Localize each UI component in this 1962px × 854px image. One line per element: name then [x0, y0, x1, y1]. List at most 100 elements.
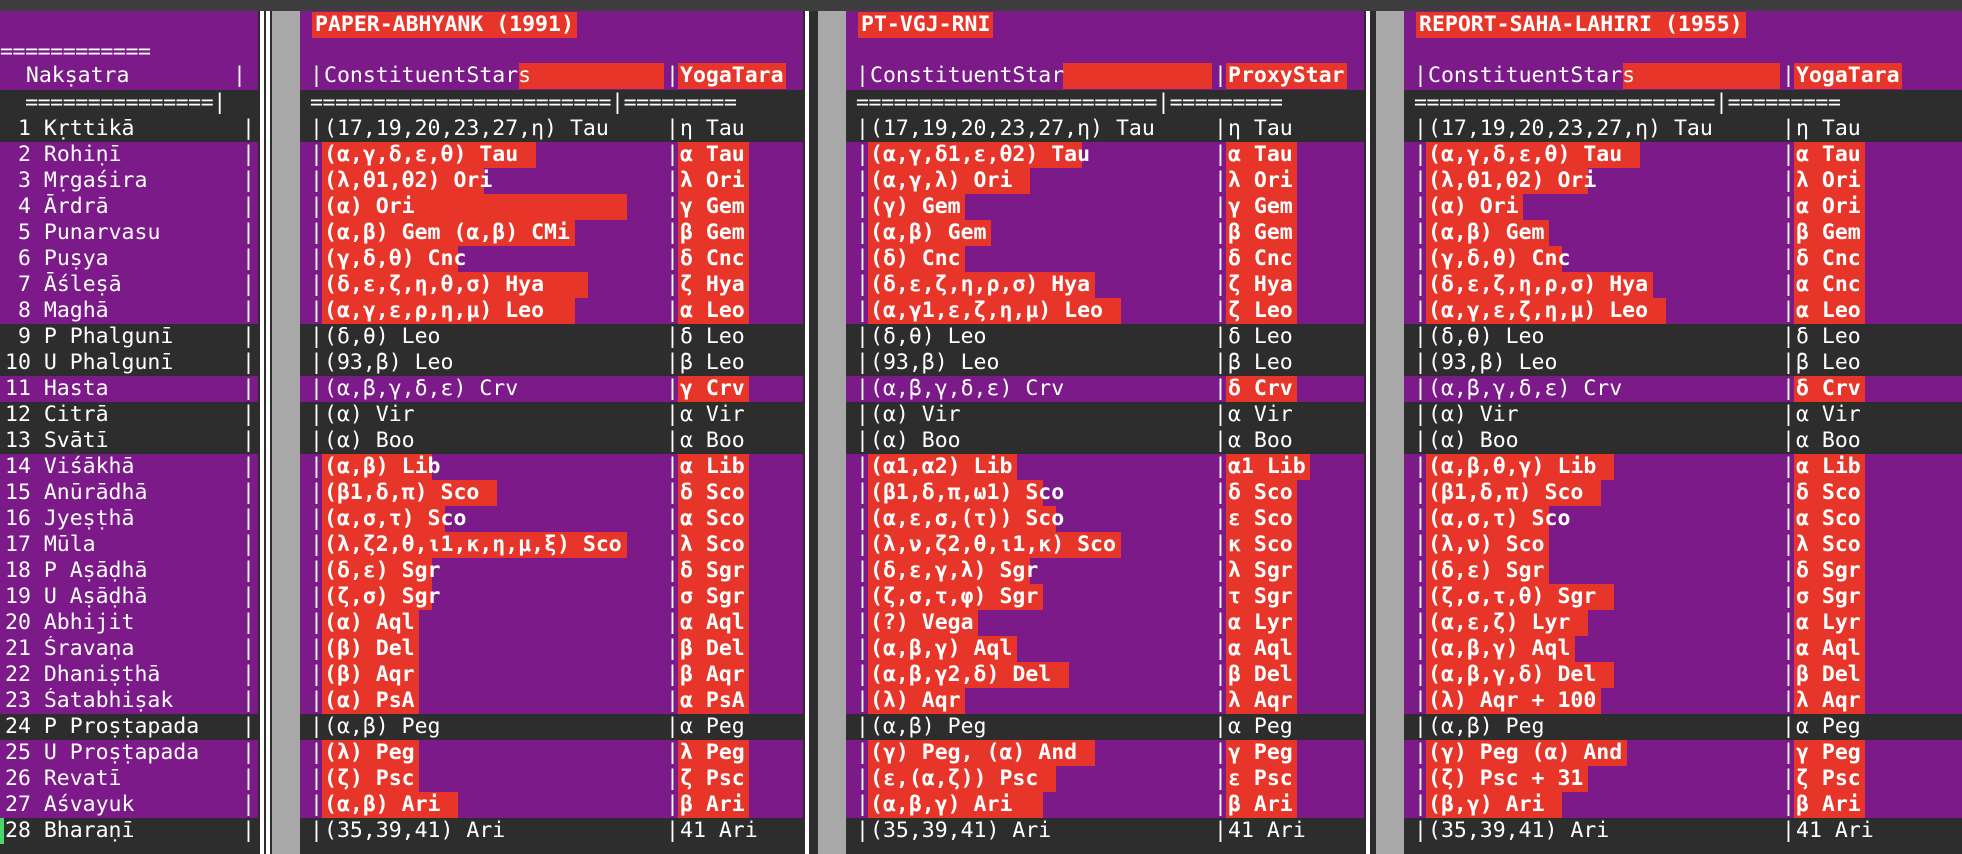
table-row[interactable]: | (α) Ori | α Ori	[1404, 194, 1962, 220]
table-row[interactable]: | (α,γ1,ε,ζ,η,μ) Leo | ζ Leo	[846, 298, 1364, 324]
nakshatra-row[interactable]: 25 U Proṣṭapada |	[0, 740, 258, 766]
table-row[interactable]: | (α) Ori | γ Gem	[300, 194, 803, 220]
table-row[interactable]: | (35,39,41) Ari | 41 Ari	[1404, 818, 1962, 844]
table-row[interactable]: | (α) Boo | α Boo	[846, 428, 1364, 454]
table-row[interactable]: | (α,β) Lib | α Lib	[300, 454, 803, 480]
nakshatra-row[interactable]: 23 Śatabhiṣak |	[0, 688, 258, 714]
table-row[interactable]: | (ζ) Psc + 31 | ζ Psc	[1404, 766, 1962, 792]
table-row[interactable]: | (α,β,γ) Aql | α Aql	[1404, 636, 1962, 662]
table-row[interactable]: | (λ,θ1,θ2) Ori | λ Ori	[1404, 168, 1962, 194]
table-row[interactable]: | (α,β,γ2,δ) Del | β Del	[846, 662, 1364, 688]
table-row[interactable]: | (δ,ε,ζ,η,θ,σ) Hya | ζ Hya	[300, 272, 803, 298]
table-row[interactable]: | (δ,θ) Leo | δ Leo	[846, 324, 1364, 350]
table-row[interactable]: | (α,γ,δ1,ε,θ2) Tau | α Tau	[846, 142, 1364, 168]
table-row[interactable]: | (γ,δ,θ) Cnc | δ Cnc	[300, 246, 803, 272]
nakshatra-row[interactable]: 28 Bharaṇī |	[0, 818, 258, 844]
table-row[interactable]: | (δ,θ) Leo | δ Leo	[300, 324, 803, 350]
table-row[interactable]: | (ζ,σ) Sgr | σ Sgr	[300, 584, 803, 610]
table-row[interactable]: | (α,β) Peg | α Peg	[1404, 714, 1962, 740]
pane-divider[interactable]	[1366, 11, 1370, 854]
table-row[interactable]: | (δ,ε,ζ,η,ρ,σ) Hya | α Cnc	[1404, 272, 1962, 298]
nakshatra-row[interactable]: 10 U Phalgunī |	[0, 350, 258, 376]
table-row[interactable]: | (λ) Peg | λ Peg	[300, 740, 803, 766]
nakshatra-row[interactable]: 6 Puṣya |	[0, 246, 258, 272]
table-row[interactable]: | (δ,ε) Sgr | δ Sgr	[1404, 558, 1962, 584]
nakshatra-row[interactable]: 24 P Proṣṭapada |	[0, 714, 258, 740]
nakshatra-row[interactable]: 3 Mṛgaśira |	[0, 168, 258, 194]
table-row[interactable]: | (α,β) Gem | β Gem	[1404, 220, 1962, 246]
table-row[interactable]: | (α,β) Ari | β Ari	[300, 792, 803, 818]
table-row[interactable]: | (λ) Aqr + 100 | λ Aqr	[1404, 688, 1962, 714]
table-row[interactable]: | (α,β) Gem | β Gem	[846, 220, 1364, 246]
table-row[interactable]: | (93,β) Leo | β Leo	[846, 350, 1364, 376]
table-row[interactable]: | (α,β,γ,δ,ε) Crv | δ Crv	[846, 376, 1364, 402]
nakshatra-row[interactable]: 8 Maghā |	[0, 298, 258, 324]
table-row[interactable]: | (δ) Cnc | δ Cnc	[846, 246, 1364, 272]
table-row[interactable]: | (ζ) Psc | ζ Psc	[300, 766, 803, 792]
table-row[interactable]: | (α) Vir | α Vir	[846, 402, 1364, 428]
pane-divider[interactable]	[805, 11, 809, 854]
table-row[interactable]: | (α,β,γ,δ,ε) Crv | δ Crv	[1404, 376, 1962, 402]
table-row[interactable]: | (α,σ,τ) Sco | α Sco	[300, 506, 803, 532]
table-row[interactable]: | (17,19,20,23,27,η) Tau | η Tau	[1404, 116, 1962, 142]
table-row[interactable]: | (β1,δ,π) Sco | δ Sco	[1404, 480, 1962, 506]
table-row[interactable]: | (α,β) Peg | α Peg	[300, 714, 803, 740]
pane-divider[interactable]	[266, 11, 270, 854]
table-row[interactable]: | (λ,θ1,θ2) Ori | λ Ori	[300, 168, 803, 194]
nakshatra-row[interactable]: 22 Dhaniṣṭhā |	[0, 662, 258, 688]
nakshatra-row[interactable]: 1 Kṛttikā |	[0, 116, 258, 142]
table-row[interactable]: | (ζ,σ,τ,θ) Sgr | σ Sgr	[1404, 584, 1962, 610]
table-row[interactable]: | (α1,α2) Lib | α1 Lib	[846, 454, 1364, 480]
table-row[interactable]: | (α,β,θ,γ) Lib | α Lib	[1404, 454, 1962, 480]
table-row[interactable]: | (γ,δ,θ) Cnc | δ Cnc	[1404, 246, 1962, 272]
nakshatra-row[interactable]: 21 Śravaṇa |	[0, 636, 258, 662]
nakshatra-row[interactable]: 12 Citrā |	[0, 402, 258, 428]
table-row[interactable]: | (α,γ,δ,ε,θ) Tau | α Tau	[1404, 142, 1962, 168]
table-row[interactable]: | (α,γ,λ) Ori | λ Ori	[846, 168, 1364, 194]
nakshatra-row[interactable]: 4 Ārdrā |	[0, 194, 258, 220]
table-row[interactable]: | (35,39,41) Ari | 41 Ari	[846, 818, 1364, 844]
table-row[interactable]: | (α,β,γ,δ) Del | β Del	[1404, 662, 1962, 688]
table-row[interactable]: | (α) Aql | α Aql	[300, 610, 803, 636]
table-row[interactable]: | (α,ε,ζ) Lyr | α Lyr	[1404, 610, 1962, 636]
table-row[interactable]: | (λ) Aqr | λ Aqr	[846, 688, 1364, 714]
table-row[interactable]: | (α) Vir | α Vir	[1404, 402, 1962, 428]
table-row[interactable]: | (α,β) Peg | α Peg	[846, 714, 1364, 740]
table-row[interactable]: | (β1,δ,π,ω1) Sco | δ Sco	[846, 480, 1364, 506]
table-row[interactable]: | (α,β) Gem (α,β) CMi | β Gem	[300, 220, 803, 246]
nakshatra-row[interactable]: 13 Svātī |	[0, 428, 258, 454]
table-row[interactable]: | (γ) Gem | γ Gem	[846, 194, 1364, 220]
nakshatra-row[interactable]: 11 Hasta |	[0, 376, 258, 402]
table-row[interactable]: | (γ) Peg, (α) And | γ Peg	[846, 740, 1364, 766]
table-row[interactable]: | (α) Vir | α Vir	[300, 402, 803, 428]
table-row[interactable]: | (α,β,γ) Aql | α Aql	[846, 636, 1364, 662]
table-row[interactable]: | (93,β) Leo | β Leo	[1404, 350, 1962, 376]
table-row[interactable]: | (ε,(α,ζ)) Psc | ε Psc	[846, 766, 1364, 792]
table-row[interactable]: | (δ,ε,ζ,η,ρ,σ) Hya | ζ Hya	[846, 272, 1364, 298]
table-row[interactable]: | (ζ,σ,τ,φ) Sgr | τ Sgr	[846, 584, 1364, 610]
nakshatra-row[interactable]: 15 Anūrādhā |	[0, 480, 258, 506]
table-row[interactable]: | (α,γ,ε,ρ,η,μ) Leo | α Leo	[300, 298, 803, 324]
nakshatra-row[interactable]: 20 Abhijit |	[0, 610, 258, 636]
nakshatra-row[interactable]: 9 P Phalgunī |	[0, 324, 258, 350]
nakshatra-row[interactable]: 16 Jyeṣṭhā |	[0, 506, 258, 532]
table-row[interactable]: | (γ) Peg (α) And | γ Peg	[1404, 740, 1962, 766]
table-row[interactable]: | (δ,ε,γ,λ) Sgr | λ Sgr	[846, 558, 1364, 584]
table-row[interactable]: | (35,39,41) Ari | 41 Ari	[300, 818, 803, 844]
table-row[interactable]: | (α,β,γ) Ari | β Ari	[846, 792, 1364, 818]
table-row[interactable]: | (α,σ,τ) Sco | α Sco	[1404, 506, 1962, 532]
table-row[interactable]: | (α) Boo | α Boo	[1404, 428, 1962, 454]
nakshatra-row[interactable]: 5 Punarvasu |	[0, 220, 258, 246]
nakshatra-row[interactable]: 26 Revatī |	[0, 766, 258, 792]
table-row[interactable]: | (α) Boo | α Boo	[300, 428, 803, 454]
nakshatra-row[interactable]: 17 Mūla |	[0, 532, 258, 558]
table-row[interactable]: | (β,γ) Ari | β Ari	[1404, 792, 1962, 818]
nakshatra-row[interactable]: 19 U Aṣāḍhā |	[0, 584, 258, 610]
table-row[interactable]: | (β1,δ,π) Sco | δ Sco	[300, 480, 803, 506]
table-row[interactable]: | (17,19,20,23,27,η) Tau | η Tau	[300, 116, 803, 142]
table-row[interactable]: | (α,β,γ,δ,ε) Crv | γ Crv	[300, 376, 803, 402]
table-row[interactable]: | (α,ε,σ,(τ)) Sco | ε Sco	[846, 506, 1364, 532]
table-row[interactable]: | (α) PsA | α PsA	[300, 688, 803, 714]
nakshatra-row[interactable]: 2 Rohiṇī |	[0, 142, 258, 168]
nakshatra-row[interactable]: 27 Aśvayuk |	[0, 792, 258, 818]
